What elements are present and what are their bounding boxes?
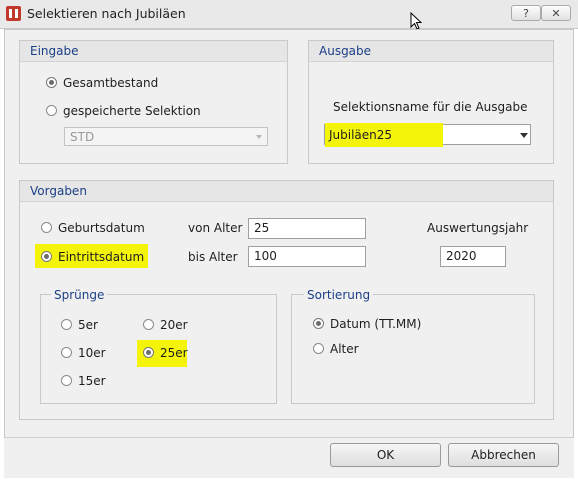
- 10er-label: 10er: [78, 346, 106, 360]
- datum-radio[interactable]: [313, 318, 324, 329]
- cancel-button[interactable]: Abbrechen: [448, 443, 559, 467]
- bis-alter-label: bis Alter: [188, 250, 238, 264]
- auswertungsjahr-label: Auswertungsjahr: [427, 221, 529, 235]
- selektionsname-value: Jubiläen25: [329, 128, 393, 142]
- selection-combo[interactable]: STD: [64, 127, 268, 146]
- auswertungsjahr-input[interactable]: 2020: [440, 246, 506, 267]
- alter-radio[interactable]: [313, 343, 324, 354]
- app-icon: [6, 6, 21, 21]
- geburtsdatum-radio[interactable]: [41, 222, 52, 233]
- gesamtbestand-radio[interactable]: [46, 77, 57, 88]
- geburtsdatum-label: Geburtsdatum: [58, 221, 145, 235]
- 25er-label: 25er: [160, 346, 188, 360]
- 25er-radio[interactable]: [143, 347, 154, 358]
- 15er-radio[interactable]: [61, 375, 72, 386]
- help-button[interactable]: ?: [511, 5, 541, 21]
- title-bar: Selektieren nach Jubiläen ? ✕: [0, 0, 578, 30]
- chevron-down-icon: [520, 133, 528, 138]
- spruenge-title: Sprünge: [51, 288, 108, 302]
- ausgabe-title: Ausgabe: [309, 41, 553, 62]
- 20er-radio[interactable]: [143, 319, 154, 330]
- 5er-radio[interactable]: [61, 319, 72, 330]
- datum-label: Datum (TT.MM): [330, 317, 422, 331]
- window-title: Selektieren nach Jubiläen: [27, 6, 186, 21]
- eingabe-title: Eingabe: [20, 41, 287, 62]
- alter-label: Alter: [330, 342, 359, 356]
- selektionsname-combo[interactable]: Jubiläen25: [324, 123, 531, 147]
- sortierung-title: Sortierung: [304, 288, 374, 302]
- von-alter-label: von Alter: [188, 221, 243, 235]
- vorgaben-title: Vorgaben: [20, 181, 553, 202]
- gesamtbestand-label: Gesamtbestand: [63, 76, 159, 90]
- 15er-label: 15er: [78, 374, 106, 388]
- sortierung-group: [291, 294, 535, 404]
- close-button[interactable]: ✕: [541, 5, 571, 21]
- selektionsname-label: Selektionsname für die Ausgabe: [333, 100, 528, 114]
- 5er-label: 5er: [78, 318, 98, 332]
- selection-combo-value: STD: [70, 130, 95, 144]
- 20er-label: 20er: [160, 318, 188, 332]
- bis-alter-input[interactable]: 100: [248, 246, 366, 267]
- von-alter-input[interactable]: 25: [248, 218, 366, 239]
- chevron-down-icon: [256, 135, 262, 139]
- ok-button[interactable]: OK: [330, 443, 441, 467]
- eintrittsdatum-label: Eintrittsdatum: [58, 250, 145, 264]
- gespeicherte-selektion-label: gespeicherte Selektion: [63, 104, 201, 118]
- gespeicherte-selektion-radio[interactable]: [46, 105, 57, 116]
- 10er-radio[interactable]: [61, 347, 72, 358]
- eintrittsdatum-radio[interactable]: [41, 251, 52, 262]
